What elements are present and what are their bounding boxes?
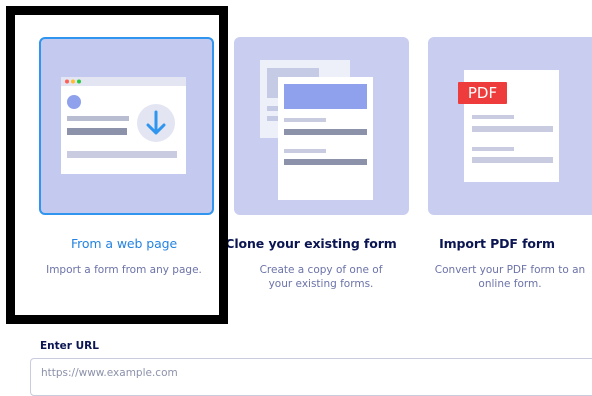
option-description-import-pdf: Convert your PDF form to an online form. xyxy=(434,264,586,290)
option-card-clone-form[interactable] xyxy=(234,37,409,215)
pdf-badge: PDF xyxy=(458,82,507,104)
pdf-form-illustration xyxy=(464,70,559,182)
option-title-import-pdf[interactable]: Import PDF form xyxy=(397,236,592,251)
clone-form-illustration xyxy=(260,60,373,200)
url-input[interactable] xyxy=(30,358,592,396)
url-field-label: Enter URL xyxy=(40,340,99,352)
option-title-clone-form[interactable]: Clone your existing form xyxy=(211,236,411,251)
option-card-import-pdf[interactable] xyxy=(428,37,592,215)
selection-highlight-frame xyxy=(6,6,228,324)
option-description-clone-form: Create a copy of one of your existing fo… xyxy=(259,264,383,290)
